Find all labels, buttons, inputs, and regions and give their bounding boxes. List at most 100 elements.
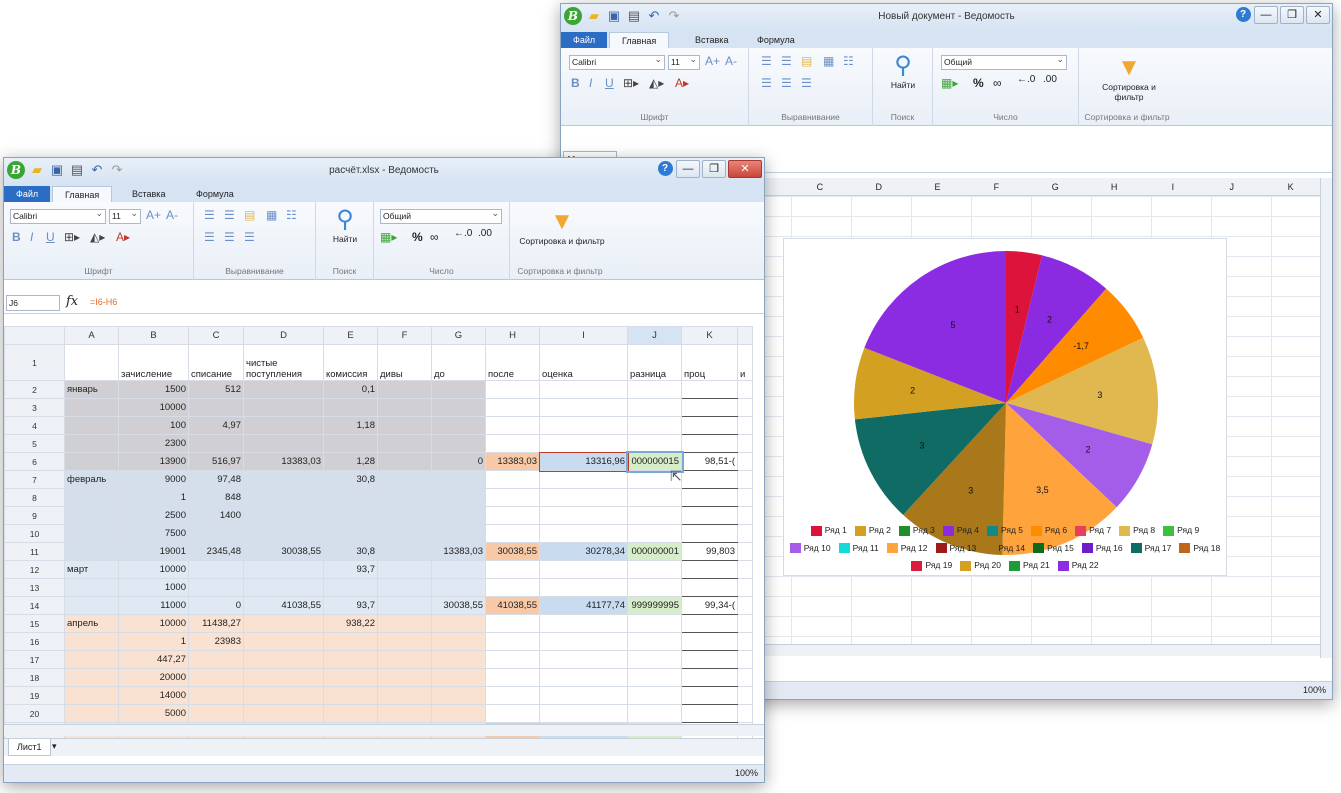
font-name-select[interactable]: Calibri <box>10 207 106 224</box>
table-cell[interactable] <box>64 542 119 561</box>
table-cell[interactable] <box>377 542 432 561</box>
table-cell[interactable] <box>627 578 682 597</box>
table-cell[interactable] <box>681 470 738 489</box>
table-cell[interactable]: проц <box>681 344 738 381</box>
table-cell[interactable] <box>377 578 432 597</box>
table-cell[interactable]: 41038,55 <box>485 596 540 615</box>
table-cell[interactable]: 1400 <box>188 506 244 525</box>
row-header[interactable]: 18 <box>4 668 65 687</box>
table-cell[interactable]: 30,8 <box>323 542 378 561</box>
table-cell[interactable] <box>681 704 738 723</box>
table-cell[interactable] <box>431 614 486 633</box>
minimize-button[interactable]: — <box>1254 6 1278 24</box>
table-cell[interactable] <box>243 650 324 669</box>
table-cell[interactable] <box>681 524 738 543</box>
select-all-corner[interactable] <box>4 326 65 345</box>
table-cell[interactable] <box>377 434 432 453</box>
table-cell[interactable] <box>485 524 540 543</box>
table-cell[interactable]: январь <box>64 380 119 399</box>
table-cell[interactable]: 13383,03 <box>485 452 540 471</box>
table-cell[interactable] <box>323 578 378 597</box>
percent-icon[interactable]: % <box>973 76 984 90</box>
name-box[interactable]: J6 <box>6 295 60 311</box>
table-cell[interactable]: 98,51-( <box>681 452 738 471</box>
column-header[interactable]: K <box>681 326 738 345</box>
table-cell[interactable] <box>377 704 432 723</box>
column-header[interactable]: H <box>1085 178 1144 195</box>
table-cell[interactable] <box>64 344 119 381</box>
table-cell[interactable] <box>539 632 628 651</box>
back-vertical-scrollbar[interactable] <box>1320 178 1332 658</box>
font-size-select[interactable]: 11 <box>109 207 141 224</box>
row-header[interactable]: 14 <box>4 596 65 615</box>
table-cell[interactable] <box>737 542 753 561</box>
row-header[interactable]: 6 <box>4 452 65 471</box>
table-cell[interactable]: 516,97 <box>188 452 244 471</box>
row-header[interactable]: 13 <box>4 578 65 597</box>
table-cell[interactable]: до <box>431 344 486 381</box>
sort-filter-button[interactable]: ▼ Сортировка и фильтр <box>1087 54 1171 102</box>
row-header[interactable]: 12 <box>4 560 65 579</box>
table-cell[interactable] <box>188 704 244 723</box>
table-cell[interactable] <box>627 380 682 399</box>
grow-font-icon[interactable]: A+ <box>146 208 161 222</box>
table-cell[interactable] <box>681 668 738 687</box>
table-cell[interactable] <box>431 632 486 651</box>
table-cell[interactable]: 10000 <box>118 614 189 633</box>
table-cell[interactable] <box>188 686 244 705</box>
indent-icon[interactable]: ☷ <box>843 54 854 68</box>
table-cell[interactable] <box>539 686 628 705</box>
table-cell[interactable] <box>243 668 324 687</box>
close-button[interactable]: ✕ <box>1306 6 1330 24</box>
italic-icon[interactable]: I <box>589 76 592 90</box>
table-cell[interactable] <box>243 524 324 543</box>
table-cell[interactable] <box>627 614 682 633</box>
table-cell[interactable] <box>243 398 324 417</box>
currency-icon[interactable]: ▦▸ <box>380 230 397 244</box>
table-cell[interactable] <box>485 614 540 633</box>
table-cell[interactable]: 93,7 <box>323 596 378 615</box>
table-cell[interactable] <box>627 488 682 507</box>
table-cell[interactable] <box>627 434 682 453</box>
table-cell[interactable] <box>243 632 324 651</box>
table-cell[interactable] <box>539 704 628 723</box>
table-cell[interactable] <box>737 488 753 507</box>
column-header[interactable]: D <box>849 178 908 195</box>
table-cell[interactable]: 1 <box>118 632 189 651</box>
table-cell[interactable] <box>431 398 486 417</box>
table-cell[interactable] <box>431 524 486 543</box>
wrap-text-icon[interactable]: ▤ <box>801 54 812 68</box>
table-cell[interactable]: 19001 <box>118 542 189 561</box>
table-cell[interactable] <box>681 398 738 417</box>
table-cell[interactable] <box>539 380 628 399</box>
table-cell[interactable] <box>243 578 324 597</box>
row-header[interactable]: 20 <box>4 704 65 723</box>
font-color-icon[interactable]: A▸ <box>116 230 130 244</box>
table-cell[interactable] <box>323 488 378 507</box>
table-cell[interactable]: 447,27 <box>118 650 189 669</box>
table-cell[interactable]: 100 <box>118 416 189 435</box>
table-cell[interactable] <box>737 416 753 435</box>
table-cell[interactable] <box>188 650 244 669</box>
table-cell[interactable]: 7500 <box>118 524 189 543</box>
tab-formula[interactable]: Формула <box>184 186 246 202</box>
table-cell[interactable]: 30278,34 <box>539 542 628 561</box>
table-cell[interactable] <box>377 506 432 525</box>
table-cell[interactable]: и <box>737 344 753 381</box>
back-horizontal-scrollbar[interactable] <box>761 644 1320 656</box>
table-cell[interactable] <box>323 704 378 723</box>
table-cell[interactable] <box>431 416 486 435</box>
row-header[interactable]: 5 <box>4 434 65 453</box>
table-cell[interactable] <box>243 506 324 525</box>
table-cell[interactable] <box>737 470 753 489</box>
table-cell[interactable] <box>485 686 540 705</box>
row-header[interactable]: 15 <box>4 614 65 633</box>
table-cell[interactable] <box>431 560 486 579</box>
table-cell[interactable] <box>627 506 682 525</box>
borders-icon[interactable]: ⊞▸ <box>64 230 80 244</box>
table-cell[interactable] <box>377 470 432 489</box>
fill-color-icon[interactable]: ◭▸ <box>649 76 664 90</box>
italic-icon[interactable]: I <box>30 230 33 244</box>
table-cell[interactable]: 20000 <box>118 668 189 687</box>
table-cell[interactable]: дивы <box>377 344 432 381</box>
